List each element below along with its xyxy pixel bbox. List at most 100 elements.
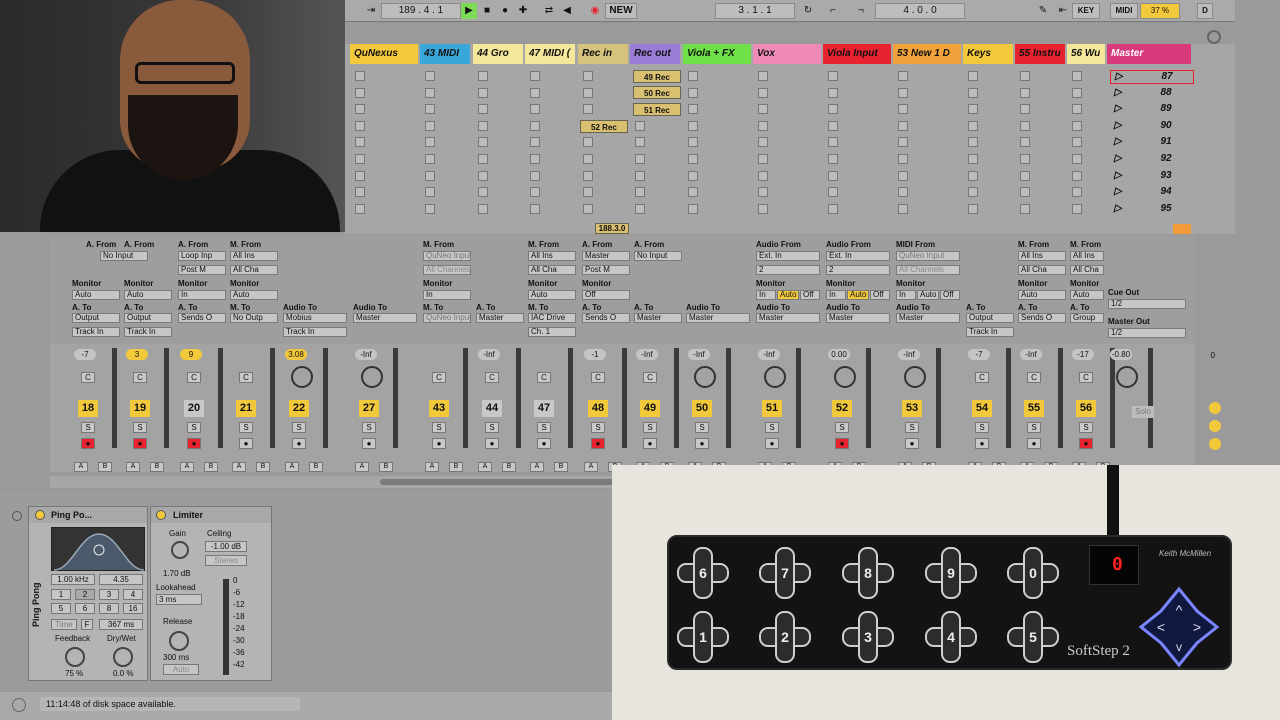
power-icon[interactable] [12, 511, 22, 521]
softstep-key[interactable]: 4 [925, 611, 977, 663]
clip-slot-button[interactable] [530, 120, 540, 131]
pan-knob[interactable] [1116, 366, 1138, 388]
clip-slot-button[interactable] [530, 203, 540, 214]
scene-play-icon[interactable]: ▷ [1114, 186, 1124, 197]
punch-out-icon[interactable]: ¬ [853, 3, 869, 19]
clip-slot-button[interactable] [530, 154, 540, 164]
pan-center-button[interactable]: C [591, 372, 605, 383]
clip-slot-button[interactable] [1020, 120, 1030, 131]
solo-button[interactable]: S [1027, 422, 1041, 433]
freeze-button[interactable]: F [81, 619, 93, 630]
volume-value[interactable]: 9 [180, 349, 202, 360]
track-activator[interactable]: 19 [130, 400, 150, 417]
loop-icon[interactable]: ↻ [800, 3, 816, 19]
clip-slot-button[interactable] [968, 203, 978, 214]
key-map-button[interactable]: KEY [1072, 3, 1100, 19]
clip-slot-button[interactable] [635, 137, 645, 148]
arm-button[interactable]: ● [537, 438, 551, 449]
clip-slot-button[interactable] [530, 87, 540, 98]
clip-slot-button[interactable] [355, 170, 365, 181]
pan-center-button[interactable]: C [975, 372, 989, 383]
arm-button[interactable]: ● [187, 438, 201, 449]
song-position[interactable]: 189 . 4 . 1 [381, 3, 461, 19]
track-activator[interactable]: 55 [1024, 400, 1044, 417]
release-knob[interactable] [169, 631, 189, 651]
output-type-select[interactable]: QuNeo Input [423, 313, 471, 323]
clip-slot-button[interactable] [828, 187, 838, 198]
volume-value[interactable]: -Inf [758, 349, 780, 360]
pan-knob[interactable] [764, 366, 786, 388]
volume-value[interactable]: 3 [126, 349, 148, 360]
clip-slot-button[interactable] [758, 87, 768, 98]
input-type-select[interactable]: Ext. In [826, 251, 890, 261]
softstep-key[interactable]: 6 [677, 547, 729, 599]
beat-button[interactable]: 2 [75, 589, 95, 600]
crossfade-a-button[interactable]: A [126, 462, 140, 472]
solo-button[interactable]: S [591, 422, 605, 433]
track-header[interactable]: Vox [753, 44, 821, 64]
track-header[interactable]: Master [1107, 44, 1191, 64]
monitor-in-button[interactable]: In [896, 290, 916, 300]
crossfade-a-button[interactable]: A [74, 462, 88, 472]
device-power-icon[interactable] [156, 510, 166, 520]
overdub-icon[interactable]: ✚ [515, 3, 531, 19]
pan-center-button[interactable]: C [485, 372, 499, 383]
clip-slot-button[interactable] [478, 71, 488, 81]
clip-slot-button[interactable] [828, 203, 838, 214]
clip-slot-button[interactable] [530, 104, 540, 115]
clip-slot-button[interactable] [583, 187, 593, 198]
clip-slot[interactable]: 49 Rec [633, 70, 681, 83]
crossfade-a-button[interactable]: A [478, 462, 492, 472]
clip-slot-button[interactable] [1072, 71, 1082, 81]
clip-slot-button[interactable] [530, 137, 540, 148]
arm-button[interactable]: ● [362, 438, 376, 449]
output-type-select[interactable]: Master [826, 313, 890, 323]
input-type-select[interactable]: Ext. In [756, 251, 820, 261]
pan-knob[interactable] [694, 366, 716, 388]
track-header[interactable]: Viola + FX [683, 44, 751, 64]
crossfade-a-button[interactable]: A [285, 462, 299, 472]
clip-slot-button[interactable] [898, 170, 908, 181]
scene-launch[interactable]: ▷ 87 [1110, 70, 1194, 84]
clip-slot-button[interactable] [898, 87, 908, 98]
arm-button[interactable]: ● [591, 438, 605, 449]
crossfade-a-button[interactable]: A [355, 462, 369, 472]
solo-button[interactable]: S [905, 422, 919, 433]
input-type-select[interactable]: All Ins [528, 251, 576, 261]
track-activator[interactable]: 52 [832, 400, 852, 417]
track-activator[interactable]: 53 [902, 400, 922, 417]
scene-launch[interactable]: ▷ 89 [1110, 103, 1194, 117]
crossfade-b-button[interactable]: B [98, 462, 112, 472]
info-icon[interactable] [12, 698, 26, 712]
clip-slot-button[interactable] [1020, 170, 1030, 181]
clip-slot-button[interactable] [1072, 120, 1082, 131]
monitor-select[interactable]: Auto [1018, 290, 1066, 300]
clip-slot-button[interactable] [1072, 87, 1082, 98]
solo-button[interactable]: S [537, 422, 551, 433]
input-channel-select[interactable]: All Channels [423, 265, 471, 275]
pan-knob[interactable] [291, 366, 313, 388]
output-type-select[interactable]: Output [966, 313, 1014, 323]
track-header[interactable]: Viola Input [823, 44, 891, 64]
clip-slot-button[interactable] [355, 104, 365, 115]
output-type-select[interactable]: Mobius [283, 313, 347, 323]
crossfade-b-button[interactable]: B [309, 462, 323, 472]
arm-button[interactable]: ● [432, 438, 446, 449]
input-channel-select[interactable]: 2 [826, 265, 890, 275]
scene-launch[interactable]: ▷ 90 [1110, 120, 1194, 134]
track-activator[interactable]: 47 [534, 400, 554, 417]
input-channel-select[interactable]: All Cha [1070, 265, 1104, 275]
track-activator[interactable]: 21 [236, 400, 256, 417]
input-channel-select[interactable]: All Channels [896, 265, 960, 275]
arm-button[interactable]: ● [695, 438, 709, 449]
solo-button[interactable]: S [835, 422, 849, 433]
pan-center-button[interactable]: C [1079, 372, 1093, 383]
scene-launch[interactable]: ▷ 91 [1110, 136, 1194, 150]
volume-value[interactable]: -7 [74, 349, 96, 360]
scene-play-icon[interactable]: ▷ [1114, 87, 1124, 98]
input-type-select[interactable]: All Ins [1070, 251, 1104, 261]
clip-slot-button[interactable] [478, 170, 488, 181]
softstep-key[interactable]: 0 [1007, 547, 1059, 599]
monitor-select[interactable]: Auto [124, 290, 172, 300]
beat-button[interactable]: 3 [99, 589, 119, 600]
